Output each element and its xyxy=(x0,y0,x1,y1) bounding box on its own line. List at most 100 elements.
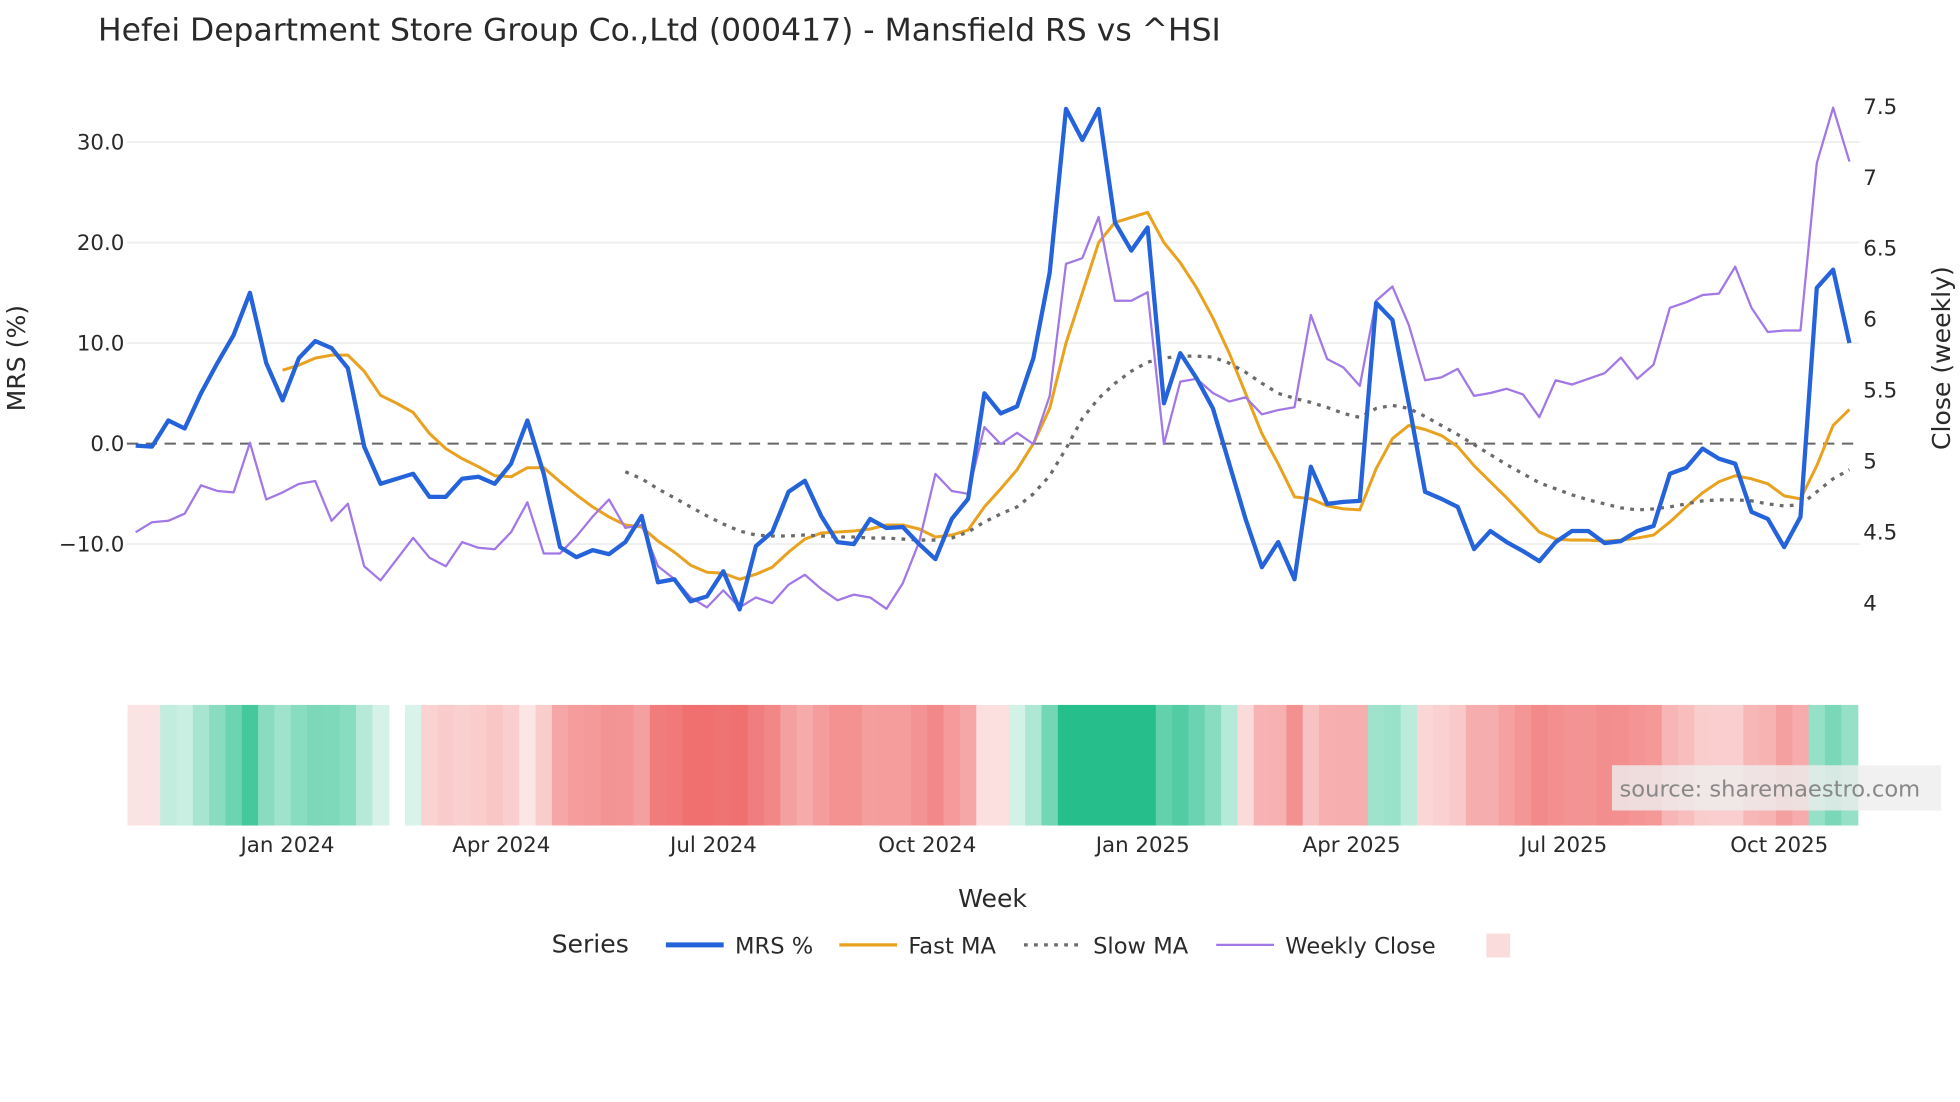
heatmap-cell xyxy=(404,704,423,826)
y-tick-right: 4 xyxy=(1863,592,1877,617)
heatmap-cell xyxy=(274,704,292,826)
heatmap-cell xyxy=(453,704,472,826)
heatmap-cell xyxy=(1057,704,1075,826)
heatmap-cell xyxy=(143,704,161,826)
x-axis-title: Week xyxy=(958,884,1027,913)
heatmap-cell xyxy=(1580,704,1598,826)
y-tick-right: 6.5 xyxy=(1863,237,1897,262)
heatmap-cell xyxy=(617,704,635,826)
heatmap-cell xyxy=(682,704,700,826)
heatmap-cell xyxy=(1547,704,1565,826)
mrs-chart: Hefei Department Store Group Co.,Ltd (00… xyxy=(2,12,1956,960)
heatmap-cell xyxy=(1416,704,1434,826)
heatmap-cell xyxy=(747,704,765,826)
y-tick-right: 7 xyxy=(1863,166,1877,191)
legend-title: Series xyxy=(552,929,629,958)
heatmap-cell xyxy=(1302,704,1320,826)
x-tick: Apr 2025 xyxy=(1303,833,1401,858)
heatmap-cell xyxy=(372,704,390,826)
heatmap-cell xyxy=(176,704,194,826)
heatmap-cell xyxy=(813,704,831,826)
heatmap-cell xyxy=(421,704,439,826)
heatmap-cell xyxy=(1221,704,1239,826)
heatmap-cell xyxy=(1465,704,1483,826)
heatmap-cell xyxy=(829,704,847,826)
heatmap-cell xyxy=(1155,704,1173,826)
heatmap-cell xyxy=(1204,704,1222,826)
x-tick: Oct 2024 xyxy=(878,833,976,858)
heatmap-cell xyxy=(976,704,994,826)
heatmap-cell xyxy=(1384,704,1402,826)
heatmap-cell xyxy=(209,704,227,826)
heatmap-cell xyxy=(1008,704,1026,826)
heatmap-cell xyxy=(1188,704,1206,826)
heatmap-cell xyxy=(1596,704,1614,826)
legend-label: Fast MA xyxy=(908,934,996,960)
heatmap-cell xyxy=(127,704,145,826)
heatmap-cell xyxy=(1449,704,1467,826)
series-line-mrs- xyxy=(135,106,1852,612)
heatmap-cell xyxy=(1286,704,1304,826)
heatmap-cell xyxy=(470,704,488,826)
heatmap-cell xyxy=(600,704,618,826)
heatmap-cell xyxy=(551,704,569,826)
heatmap-cell xyxy=(992,704,1010,826)
series-line-slow-ma xyxy=(624,354,1851,542)
heatmap-cell xyxy=(1318,704,1337,826)
x-tick: Apr 2024 xyxy=(452,833,550,858)
heatmap-cell xyxy=(1123,704,1141,826)
legend-label: Weekly Close xyxy=(1285,934,1435,960)
x-tick: Jul 2024 xyxy=(668,833,757,858)
heatmap-cell xyxy=(1531,704,1549,826)
source-watermark: source: sharemaestro.com xyxy=(1620,777,1921,803)
y-tick-right: 7.5 xyxy=(1863,95,1897,120)
heatmap-cell xyxy=(764,704,782,826)
heatmap-cell xyxy=(1514,704,1532,826)
heatmap-cell xyxy=(1563,704,1581,826)
heatmap-cell xyxy=(290,704,308,826)
y-tick-left: 10.0 xyxy=(77,332,125,357)
heatmap-cell xyxy=(568,704,586,826)
chart-title: Hefei Department Store Group Co.,Ltd (00… xyxy=(98,12,1221,48)
y-tick-right: 6 xyxy=(1863,308,1877,333)
legend-label: MRS % xyxy=(735,934,813,960)
heatmap-cell xyxy=(878,704,896,826)
heatmap-cell xyxy=(1433,704,1451,826)
heatmap-cell xyxy=(437,704,455,826)
heatmap-cell xyxy=(649,704,667,826)
heatmap-cell xyxy=(307,704,325,826)
heatmap-cell xyxy=(731,704,749,826)
y-tick-left: 30.0 xyxy=(77,131,125,156)
heatmap-cell xyxy=(1074,704,1092,826)
heatmap-cell xyxy=(258,704,276,826)
heatmap-cell xyxy=(1482,704,1500,826)
legend: Series MRS % Fast MA Slow MA Weekly Close xyxy=(552,929,1511,960)
heatmap-cell xyxy=(160,704,178,826)
heatmap-cell xyxy=(1400,704,1418,826)
heatmap-cell xyxy=(1090,704,1108,826)
x-tick: Jan 2024 xyxy=(238,833,334,858)
heatmap-cell xyxy=(241,704,259,826)
heatmap-cell xyxy=(1270,704,1288,826)
heatmap-cell xyxy=(584,704,602,826)
heatmap-cell xyxy=(845,704,863,826)
heatmap-cell xyxy=(861,704,880,826)
heatmap-cell xyxy=(1351,704,1369,826)
y-axis-left-title: MRS (%) xyxy=(2,305,31,411)
heatmap-cell xyxy=(959,704,977,826)
heatmap-cell xyxy=(323,704,341,826)
heatmap-cell xyxy=(927,704,945,826)
heatmap-cell xyxy=(1253,704,1271,826)
heatmap-cell xyxy=(633,704,651,826)
heatmap-cell xyxy=(535,704,553,826)
heatmap-cell xyxy=(1237,704,1255,826)
heatmap-cell xyxy=(1139,704,1157,826)
heatmap-cell xyxy=(1498,704,1516,826)
heatmap-cell xyxy=(519,704,537,826)
heatmap-cell xyxy=(666,704,684,826)
y-tick-left: 0.0 xyxy=(90,432,124,457)
legend-swatch-heatmap xyxy=(1486,933,1511,958)
heatmap-strip xyxy=(127,704,1859,826)
heatmap-cell xyxy=(1106,704,1124,826)
y-tick-left: −10.0 xyxy=(59,533,124,558)
